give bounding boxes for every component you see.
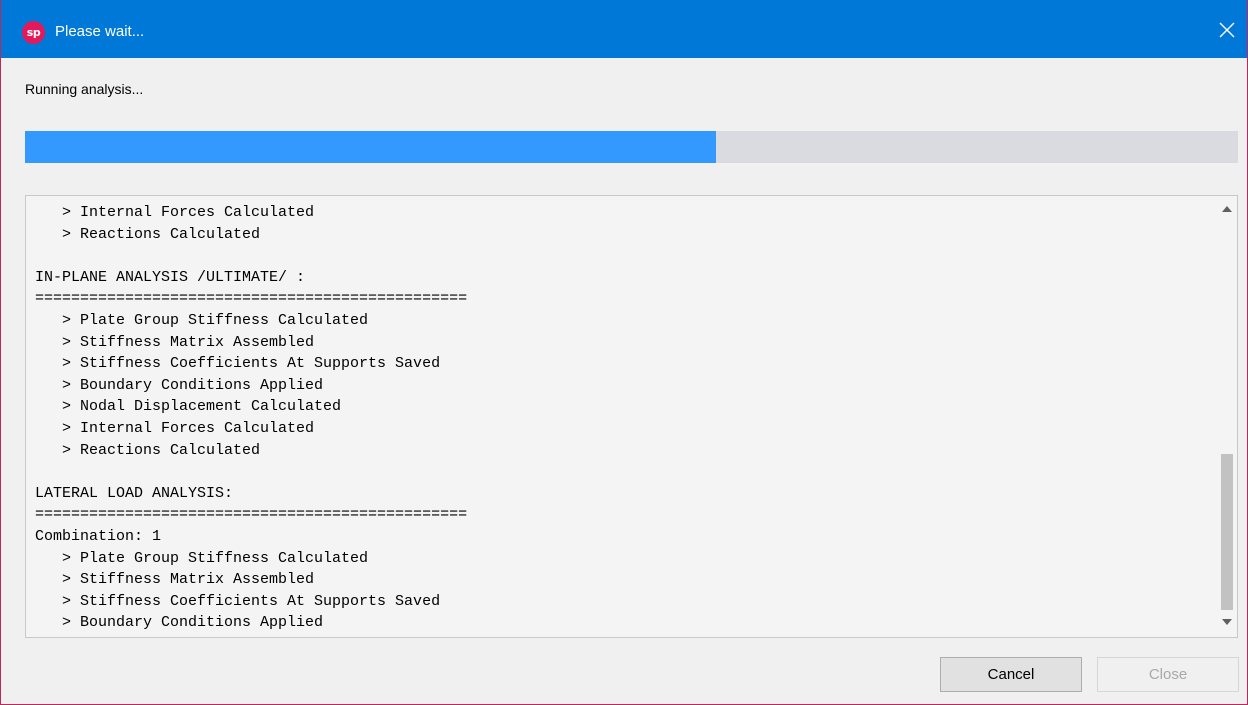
title-bar: sp Please wait...	[1, 0, 1247, 58]
status-text: Running analysis...	[25, 81, 144, 97]
app-icon-text: sp	[26, 26, 41, 39]
cancel-button[interactable]: Cancel	[940, 657, 1082, 692]
window-title: Please wait...	[55, 23, 145, 40]
sp-logo-icon: sp	[22, 21, 45, 44]
progress-bar-fill	[25, 131, 717, 163]
log-scrollbar[interactable]	[1217, 196, 1237, 637]
scroll-up-arrow-icon[interactable]	[1222, 206, 1232, 212]
close-button[interactable]: Close	[1097, 657, 1239, 692]
scroll-down-arrow-icon[interactable]	[1222, 619, 1232, 625]
please-wait-dialog: sp Please wait... Running analysis... > …	[0, 0, 1248, 705]
progress-bar	[25, 131, 1238, 163]
log-output-text: > Internal Forces Calculated > Reactions…	[35, 204, 468, 632]
scrollbar-thumb[interactable]	[1221, 454, 1233, 610]
close-icon[interactable]	[1215, 18, 1239, 42]
log-output-box[interactable]: > Internal Forces Calculated > Reactions…	[25, 195, 1238, 638]
